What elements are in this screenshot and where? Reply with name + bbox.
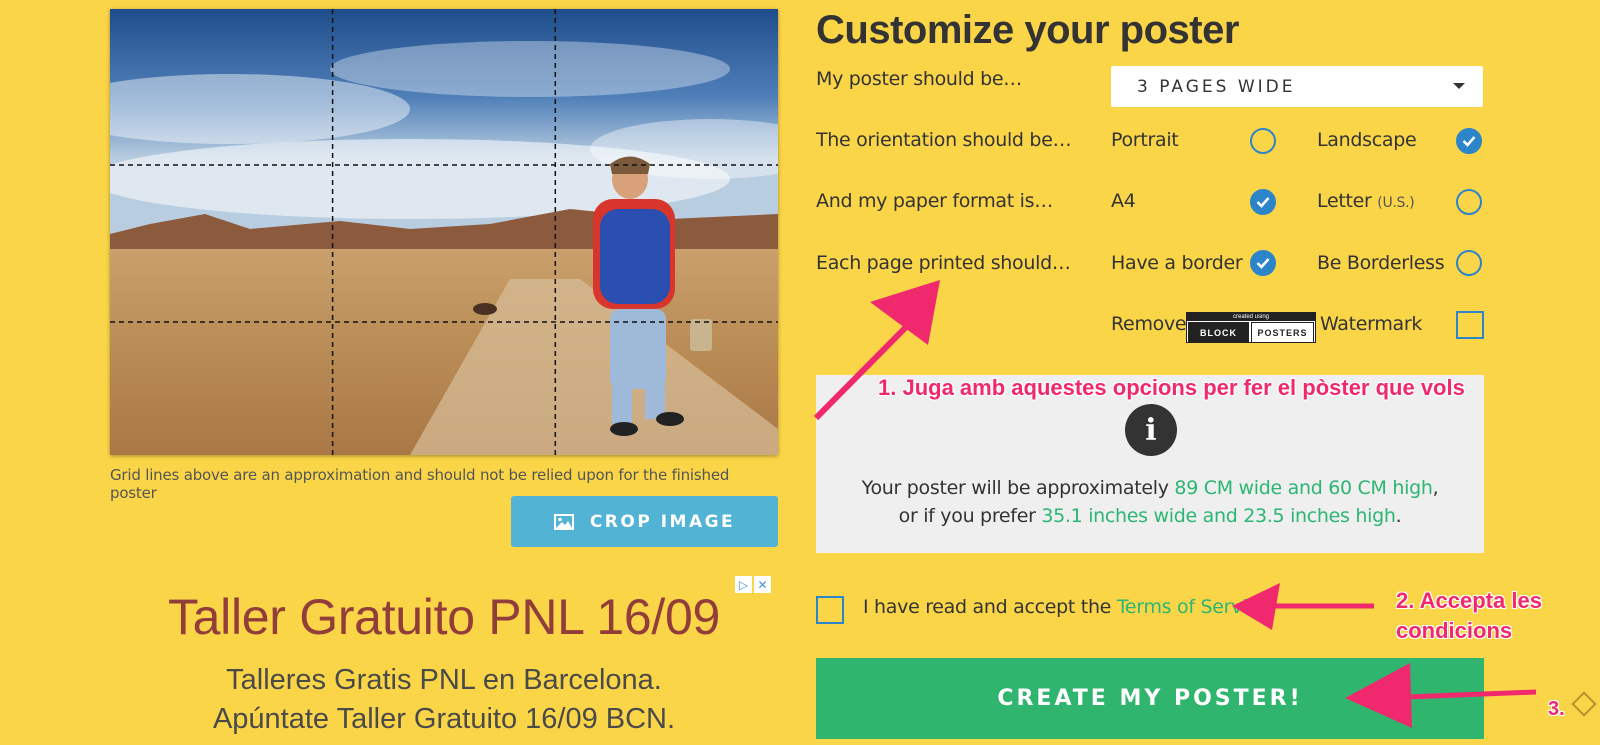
landscape-label[interactable]: Landscape xyxy=(1317,129,1417,151)
size-cm-prefix: Your poster will be approximately xyxy=(861,477,1175,499)
create-poster-button[interactable]: CREATE MY POSTER! xyxy=(816,658,1484,739)
letter-text: Letter xyxy=(1317,190,1372,212)
terms-of-service-link[interactable]: Terms of Service xyxy=(1117,596,1269,618)
diamond-icon xyxy=(1571,691,1597,717)
chevron-down-icon xyxy=(1453,83,1465,89)
borderless-label[interactable]: Be Borderless xyxy=(1317,252,1445,274)
size-inch-text: or if you prefer 35.1 inches wide and 23… xyxy=(816,505,1484,527)
size-cm-text: Your poster will be approximately 89 CM … xyxy=(816,477,1484,499)
terms-checkbox[interactable] xyxy=(816,596,844,624)
ad-title[interactable]: Taller Gratuito PNL 16/09 xyxy=(110,588,778,646)
a4-radio[interactable] xyxy=(1250,189,1276,215)
annotation-3: 3. xyxy=(1548,698,1565,720)
size-cm-value: 89 CM wide and 60 CM high xyxy=(1174,477,1433,499)
letter-label[interactable]: Letter (U.S.) xyxy=(1317,190,1415,212)
page-title: Customize your poster xyxy=(816,8,1239,52)
a4-label[interactable]: A4 xyxy=(1111,190,1136,212)
arrow-1-head xyxy=(870,280,940,345)
size-cm-suffix: , xyxy=(1432,477,1439,499)
have-border-label[interactable]: Have a border xyxy=(1111,252,1243,274)
borderless-radio[interactable] xyxy=(1456,250,1482,276)
annotation-2-line2: condicions xyxy=(1396,618,1513,643)
terms-text: I have read and accept the Terms of Serv… xyxy=(863,596,1269,618)
ad-line-1[interactable]: Talleres Gratis PNL en Barcelona. xyxy=(110,664,778,697)
crop-image-label: CROP IMAGE xyxy=(589,511,736,532)
checkmark-icon xyxy=(1256,258,1270,269)
remove-watermark-checkbox[interactable] xyxy=(1456,311,1484,339)
annotation-1: 1. Juga amb aquestes opcions per fer el … xyxy=(878,375,1465,400)
info-icon: i xyxy=(1125,404,1177,456)
remove-label: Remove xyxy=(1111,313,1187,335)
have-border-radio[interactable] xyxy=(1250,250,1276,276)
portrait-label[interactable]: Portrait xyxy=(1111,129,1179,151)
border-label: Each page printed should… xyxy=(816,252,1071,274)
landscape-radio[interactable] xyxy=(1456,128,1482,154)
badge-right-text: POSTERS xyxy=(1251,322,1314,343)
poster-preview-image xyxy=(110,9,778,455)
badge-top-text: created using xyxy=(1187,313,1315,321)
crop-image-button[interactable]: CROP IMAGE xyxy=(511,496,778,547)
block-posters-logo: created using BLOCK POSTERS xyxy=(1186,312,1316,343)
size-label: My poster should be… xyxy=(816,68,1022,90)
letter-radio[interactable] xyxy=(1456,189,1482,215)
paper-label: And my paper format is… xyxy=(816,190,1053,212)
orientation-label: The orientation should be… xyxy=(816,129,1072,151)
checkmark-icon xyxy=(1256,197,1270,208)
ad-line-2[interactable]: Apúntate Taller Gratuito 16/09 BCN. xyxy=(110,703,778,736)
checkmark-icon xyxy=(1462,136,1476,147)
poster-size-select[interactable]: 3 PAGES WIDE xyxy=(1111,66,1483,107)
image-icon xyxy=(553,513,574,530)
badge-left-text: BLOCK xyxy=(1188,322,1249,343)
size-inch-value: 35.1 inches wide and 23.5 inches high xyxy=(1041,505,1396,527)
watermark-label[interactable]: Watermark xyxy=(1320,313,1422,335)
size-inch-prefix: or if you prefer xyxy=(898,505,1042,527)
size-inch-suffix: . xyxy=(1395,505,1402,527)
portrait-radio[interactable] xyxy=(1250,128,1276,154)
terms-prefix: I have read and accept the xyxy=(863,596,1117,618)
poster-size-value: 3 PAGES WIDE xyxy=(1137,76,1296,97)
letter-note: (U.S.) xyxy=(1377,195,1415,211)
annotation-2-line1: 2. Accepta les xyxy=(1396,588,1542,613)
